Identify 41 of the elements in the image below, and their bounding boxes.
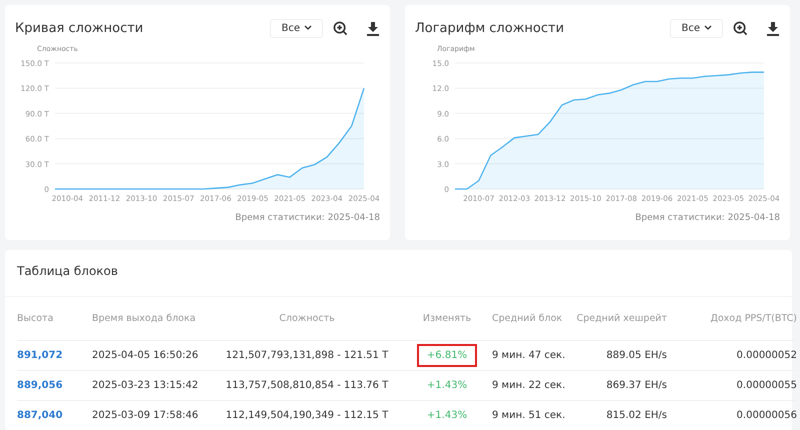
column-header: Доход PPS/T(BTC) [667, 297, 797, 341]
column-header: Сложность [212, 297, 402, 341]
table-cell: 9 мин. 47 сек. [492, 341, 567, 371]
change-value: +6.81% [416, 344, 478, 367]
block-link[interactable]: 887,040 [17, 410, 63, 421]
statistics-time: Время статистики: 2025-04-18 [235, 213, 380, 223]
table-cell: 0.00000052 [667, 341, 797, 371]
range-select[interactable]: Все [670, 18, 723, 38]
table-cell: 112,149,504,190,349 - 112.15 T [212, 401, 402, 430]
table-cell: 0.00000056 [667, 401, 797, 430]
column-header: Время выхода блока [92, 297, 212, 341]
range-select[interactable]: Все [270, 18, 323, 38]
table-cell: 113,757,508,810,854 - 113.76 T [212, 371, 402, 401]
table-cell: 869.37 EH/s [567, 371, 667, 401]
column-header: Средний хешрейт [567, 297, 667, 341]
table-cell: 815.02 EH/s [567, 401, 667, 430]
column-header: Изменять [402, 297, 492, 341]
column-header: Средний блок [492, 297, 567, 341]
table-cell: 2025-04-05 16:50:26 [92, 341, 212, 371]
table-cell: 121,507,793,131,898 - 121.51 T [212, 341, 402, 371]
block-link[interactable]: 891,072 [17, 350, 63, 361]
change-value: +1.43% [426, 409, 468, 423]
statistics-time: Время статистики: 2025-04-18 [635, 213, 780, 223]
chart-title: Кривая сложности [15, 20, 144, 36]
chevron-down-icon [704, 25, 712, 31]
chart-title: Логарифм сложности [415, 20, 566, 36]
table-cell: 0.00000055 [667, 371, 797, 401]
table-cell: 2025-03-09 17:58:46 [92, 401, 212, 430]
column-header: Высота [17, 297, 92, 341]
table-cell: 9 мин. 22 сек. [492, 371, 567, 401]
table-cell: 2025-03-23 13:15:42 [92, 371, 212, 401]
chevron-down-icon [304, 25, 312, 31]
download-icon[interactable] [366, 20, 380, 36]
zoom-in-icon[interactable] [333, 20, 348, 36]
download-icon[interactable] [766, 20, 780, 36]
table-cell: 9 мин. 51 сек. [492, 401, 567, 430]
table-title: Таблица блоков [5, 250, 792, 297]
zoom-in-icon[interactable] [733, 20, 748, 36]
block-link[interactable]: 889,056 [17, 380, 63, 391]
table-cell: 889.05 EH/s [567, 341, 667, 371]
change-value: +1.43% [426, 379, 468, 393]
